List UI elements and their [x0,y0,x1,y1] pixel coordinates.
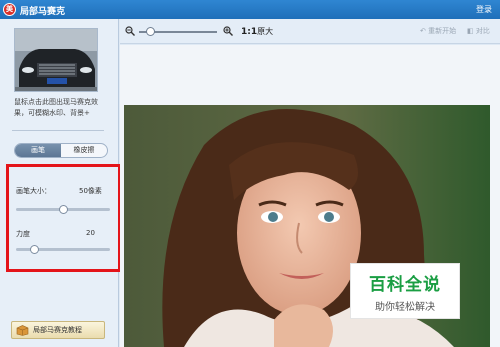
brush-size-value: 50像素 [79,187,102,195]
box-icon [16,325,29,336]
zoom-out-icon[interactable] [125,26,135,36]
eraser-tab[interactable]: 橡皮擦 [61,144,107,157]
login-link[interactable]: 登录 [476,4,492,15]
brush-tab[interactable]: 画笔 [15,144,61,157]
divider [12,130,104,131]
watermark-badge: 百科全说 助你轻松解决 [350,263,460,319]
brush-settings-highlight: 画笔大小： 50像素 力度 20 [6,164,121,272]
preview-thumbnail[interactable] [14,28,98,92]
app-logo-icon: 美 [3,3,16,16]
compare-label: 对比 [475,27,490,35]
restart-label: 重新开始 [428,27,457,35]
watermark-title: 百科全说 [369,275,441,295]
watermark-subtitle: 助你轻松解决 [375,302,435,313]
brush-size-slider[interactable] [16,205,110,214]
toolbar: 1:1原大 ↶ 重新开始 ◧ 对比 [120,19,500,44]
strength-label: 力度 [16,230,30,238]
strength-slider-handle[interactable] [30,245,40,254]
actual-size-button[interactable]: 1:1原大 [241,26,273,37]
strength-slider[interactable] [16,245,110,254]
app-title: 局部马赛克 [20,7,66,17]
restart-button[interactable]: ↶ 重新开始 [420,26,456,36]
tool-toggle: 画笔 橡皮擦 [14,143,108,158]
zoom-slider-handle[interactable] [146,27,156,36]
strength-value: 20 [86,229,95,237]
zoom-in-icon[interactable] [223,26,233,36]
car-thumbnail-image [15,29,97,91]
compare-button[interactable]: ◧ 对比 [467,26,490,36]
tutorial-label: 局部马赛克教程 [33,326,82,334]
brush-size-slider-handle[interactable] [58,205,68,214]
ratio-suffix: 原大 [257,27,274,36]
brush-size-label: 画笔大小： [16,187,51,195]
tutorial-button[interactable]: 局部马赛克教程 [11,321,105,339]
ratio-text: 1:1 [241,27,258,37]
hint-text: 鼠标点击此图出现马赛克效果，可模糊水印、背景+ [14,98,98,117]
title-bar: 美 局部马赛克 登录 [0,0,500,19]
